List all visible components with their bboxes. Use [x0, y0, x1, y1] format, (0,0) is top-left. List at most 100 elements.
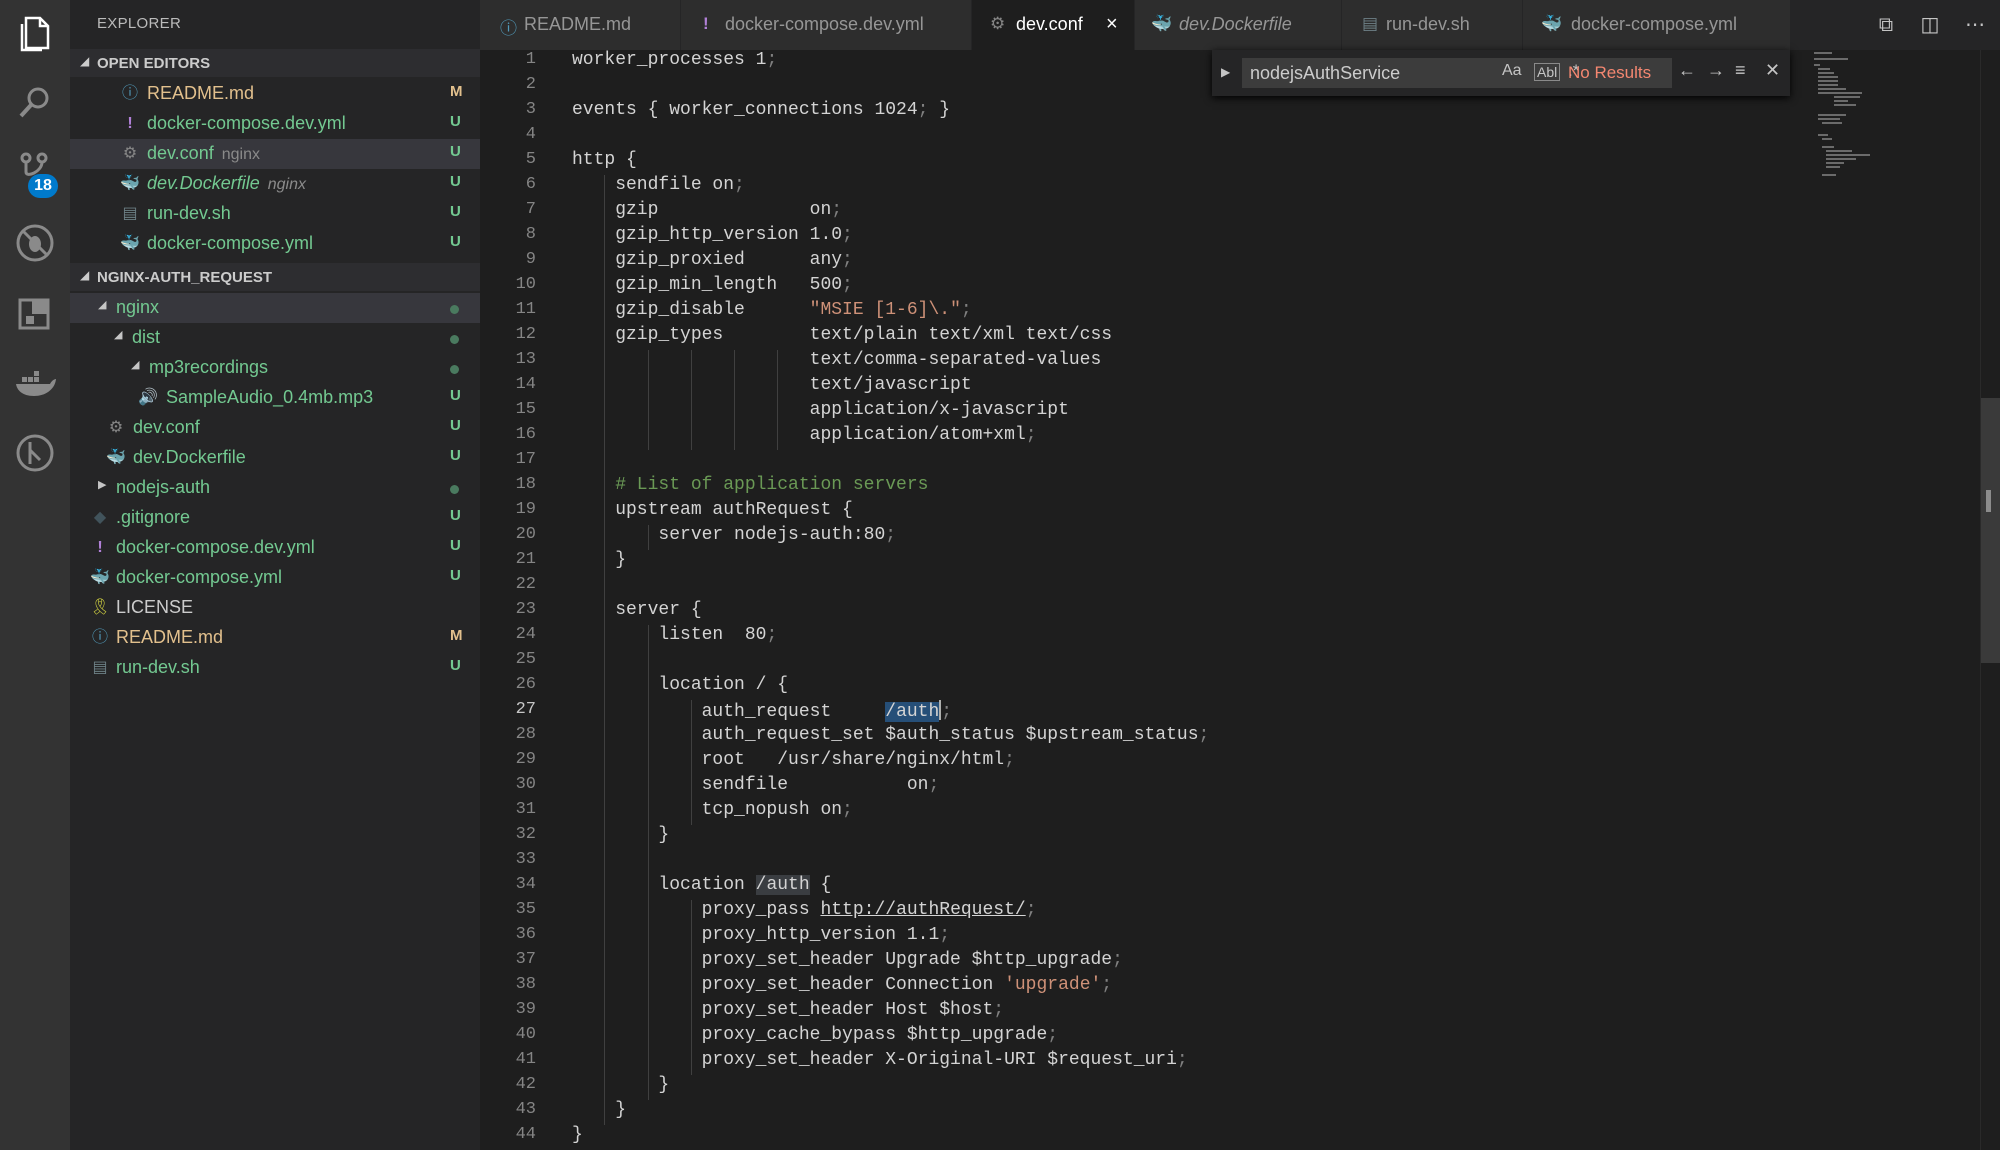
open-editor-dev-dockerfile[interactable]: 🐳 dev.Dockerfile nginx U: [70, 169, 480, 199]
open-editor-docker-compose[interactable]: 🐳 docker-compose.yml U: [70, 229, 480, 259]
file-icon: ▤: [92, 659, 108, 676]
open-changes-icon[interactable]: ⧉: [1873, 12, 1899, 38]
code-line: auth_request /auth;: [572, 700, 953, 722]
open-editor-docker-compose-dev[interactable]: ! docker-compose.dev.yml U: [70, 109, 480, 139]
collapse-triangle-icon: ◢: [80, 54, 90, 68]
code-line: gzip_proxied any;: [572, 250, 853, 270]
explorer-icon[interactable]: [12, 10, 58, 56]
tree-file-readme[interactable]: ⓘ README.md M: [70, 623, 480, 653]
info-icon: ⓘ: [91, 629, 108, 646]
previous-match-icon[interactable]: ←: [1678, 60, 1696, 81]
license-icon: 🎗: [90, 599, 111, 616]
tab-dev-dockerfile[interactable]: 🐳 dev.Dockerfile: [1135, 0, 1342, 50]
tree-file-dev-conf[interactable]: ⚙ dev.conf U: [70, 413, 480, 443]
search-icon[interactable]: [12, 80, 58, 126]
status-dot: [450, 365, 459, 374]
collapsed-triangle-icon: ▶: [98, 479, 107, 491]
code-line: server nodejs-auth:80;: [572, 525, 897, 545]
open-editor-run-dev[interactable]: ▤ run-dev.sh U: [70, 199, 480, 229]
tree-folder-mp3recordings[interactable]: ◢ mp3recordings: [70, 353, 480, 383]
tree-file-docker-compose[interactable]: 🐳 docker-compose.yml U: [70, 563, 480, 593]
line-number: 15: [515, 400, 536, 419]
tab-docker-compose[interactable]: 🐳 docker-compose.yml: [1523, 0, 1792, 50]
code-line: sendfile on;: [572, 175, 745, 195]
gear-icon: ⚙: [122, 145, 138, 162]
find-results: No Results: [1568, 63, 1652, 82]
collapse-triangle-icon: ◢: [80, 268, 90, 282]
line-number: 34: [515, 875, 536, 894]
tree-folder-dist[interactable]: ◢ dist: [70, 323, 480, 353]
line-number: 25: [515, 650, 536, 669]
toggle-replace-icon[interactable]: ▶: [1221, 65, 1230, 79]
open-editor-dev-conf[interactable]: ⚙ dev.conf nginx U: [70, 139, 480, 169]
line-number: 6: [525, 175, 536, 194]
yaml-icon: !: [127, 115, 133, 132]
line-number: 9: [525, 250, 536, 269]
minimap[interactable]: [1810, 50, 1920, 180]
code-line: }: [572, 1075, 670, 1095]
scm-badge: 18: [28, 174, 58, 198]
code-line: gzip on;: [572, 200, 843, 220]
match-case-icon[interactable]: Aa: [1502, 62, 1522, 80]
code-line: worker_processes 1;: [572, 50, 778, 70]
expanded-triangle-icon: ◢: [114, 329, 123, 341]
find-in-selection-icon[interactable]: ≡: [1735, 60, 1746, 81]
line-number: 13: [515, 350, 536, 369]
tab-dev-conf[interactable]: ⚙ dev.conf ×: [972, 0, 1135, 50]
tree-folder-nodejs-auth[interactable]: ▶ nodejs-auth: [70, 473, 480, 503]
status-dot: [450, 485, 459, 494]
line-number: 36: [515, 925, 536, 944]
line-number: 40: [515, 1025, 536, 1044]
editor-actions: ⧉ ◫ ⋯: [1790, 0, 2000, 50]
line-number: 23: [515, 600, 536, 619]
line-number: 42: [515, 1075, 536, 1094]
next-match-icon[interactable]: →: [1707, 60, 1725, 81]
code-line: application/x-javascript: [572, 400, 1069, 420]
line-number: 27: [515, 700, 536, 719]
code-line: proxy_set_header Connection 'upgrade';: [572, 975, 1113, 995]
debug-icon[interactable]: [12, 220, 58, 266]
line-number: 12: [515, 325, 536, 344]
open-editor-readme[interactable]: ⓘ README.md M: [70, 79, 480, 109]
tab-run-dev[interactable]: ▤ run-dev.sh: [1342, 0, 1523, 50]
docker-icon[interactable]: [12, 360, 58, 406]
more-actions-icon[interactable]: ⋯: [1962, 12, 1988, 38]
line-number: 44: [515, 1125, 536, 1144]
gitlens-icon[interactable]: [12, 430, 58, 476]
whole-word-icon[interactable]: Abl: [1534, 63, 1561, 81]
open-editors-header[interactable]: ◢ OPEN EDITORS: [70, 49, 480, 77]
code-editor[interactable]: 1 worker_processes 1; 2 3 events { worker_co…: [480, 50, 1980, 1150]
workspace-header[interactable]: ◢ NGINX-AUTH_REQUEST: [70, 263, 480, 291]
close-find-icon[interactable]: ✕: [1765, 60, 1780, 81]
docker-compose-icon: 🐳: [120, 235, 140, 252]
tree-file-docker-compose-dev[interactable]: ! docker-compose.dev.yml U: [70, 533, 480, 563]
tab-docker-compose-dev[interactable]: ! docker-compose.dev.yml: [681, 0, 972, 50]
file-icon: ▤: [122, 205, 138, 222]
code-line: location /auth {: [572, 875, 832, 895]
docker-icon: 🐳: [120, 175, 140, 192]
indent-guide: [690, 900, 692, 1075]
find-widget: ▶ nodejsAuthService Aa Abl .* No Results…: [1212, 50, 1790, 96]
line-number: 10: [515, 275, 536, 294]
tree-file-run-dev[interactable]: ▤ run-dev.sh U: [70, 653, 480, 683]
tree-file-gitignore[interactable]: ◆ .gitignore U: [70, 503, 480, 533]
code-line: }: [572, 1100, 627, 1120]
tree-file-dev-dockerfile[interactable]: 🐳 dev.Dockerfile U: [70, 443, 480, 473]
yaml-icon: !: [703, 14, 709, 33]
tree-folder-nginx[interactable]: ◢ nginx: [70, 293, 480, 323]
line-number: 30: [515, 775, 536, 794]
gear-icon: ⚙: [990, 14, 1006, 33]
indent-guide: [690, 700, 692, 825]
tree-file-sampleaudio[interactable]: 🔊 SampleAudio_0.4mb.mp3 U: [70, 383, 480, 413]
tab-readme[interactable]: ⓘ README.md: [480, 0, 681, 50]
scrollbar-cursor-marker: [1986, 490, 1991, 512]
code-line: tcp_nopush on;: [572, 800, 853, 820]
close-tab-icon[interactable]: ×: [1106, 13, 1118, 36]
line-number: 11: [515, 300, 536, 319]
code-line: proxy_cache_bypass $http_upgrade;: [572, 1025, 1059, 1045]
tree-file-license[interactable]: 🎗 LICENSE: [70, 593, 480, 623]
split-editor-icon[interactable]: ◫: [1917, 12, 1943, 38]
scrollbar-thumb[interactable]: [1981, 398, 2000, 663]
info-icon: ⓘ: [121, 85, 138, 102]
extensions-icon[interactable]: [12, 290, 58, 336]
